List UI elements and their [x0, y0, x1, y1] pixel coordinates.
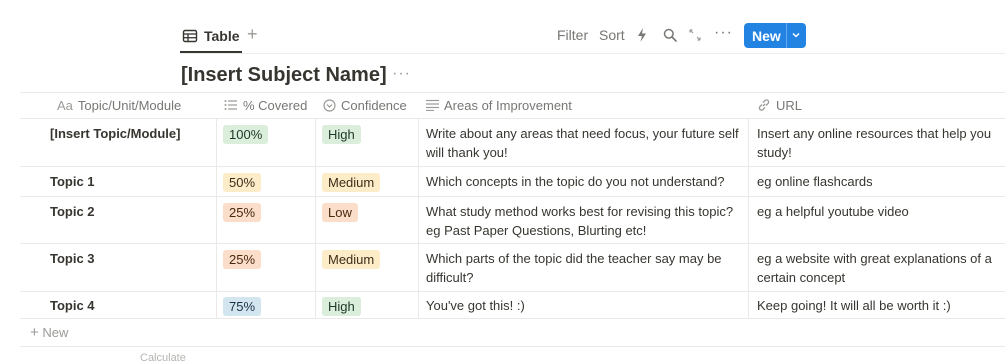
covered-tag[interactable]: 75% [223, 297, 262, 316]
link-icon [757, 98, 771, 112]
improvement-text[interactable]: eg Past Paper Questions, Blurting etc! [426, 221, 646, 240]
covered-tag[interactable]: 50% [223, 173, 262, 192]
column-header-label: Topic/Unit/Module [77, 97, 182, 113]
new-button-divider [786, 23, 787, 48]
column-header-label: URL [776, 97, 803, 113]
search-icon[interactable] [663, 28, 677, 42]
expand-icon[interactable] [689, 29, 701, 41]
tab-table[interactable]: Table [182, 22, 240, 50]
confidence-tag[interactable]: High [322, 297, 361, 316]
improvement-text[interactable]: Which concepts in the topic do you not u… [426, 172, 724, 191]
row-divider [20, 318, 1005, 319]
improvement-text[interactable]: Which parts of the topic did the teacher… [426, 249, 722, 268]
new-button[interactable]: New [744, 23, 806, 48]
row-topic[interactable]: [Insert Topic/Module] [50, 124, 180, 143]
row-topic[interactable]: Topic 2 [50, 202, 95, 221]
title-icon: Aa [57, 97, 73, 113]
column-header-label: % Covered [243, 97, 308, 113]
column-header-label: Areas of Improvement [444, 97, 572, 113]
row-topic[interactable]: Topic 1 [50, 172, 95, 191]
url-text[interactable]: certain concept [757, 268, 845, 287]
header-bottom-divider [20, 118, 1005, 119]
column-divider [216, 118, 217, 318]
improvement-text[interactable]: difficult? [426, 268, 473, 287]
url-text[interactable]: eg online flashcards [757, 172, 873, 191]
title-more-icon[interactable]: ··· [392, 65, 411, 83]
covered-tag[interactable]: 25% [223, 203, 262, 222]
confidence-tag[interactable]: Low [322, 203, 358, 222]
covered-tag[interactable]: 100% [223, 125, 269, 144]
covered-tag[interactable]: 25% [223, 250, 262, 269]
row-topic[interactable]: Topic 3 [50, 249, 95, 268]
confidence-tag[interactable]: High [322, 125, 361, 144]
column-header-topic[interactable]: Aa Topic/Unit/Module [57, 92, 181, 118]
calculate-button[interactable]: Calculate [140, 352, 186, 364]
column-divider [418, 118, 419, 318]
url-text[interactable]: eg a helpful youtube video [757, 202, 909, 221]
new-row-divider [20, 346, 1005, 347]
page-title[interactable]: [Insert Subject Name] [181, 64, 387, 87]
column-divider [315, 118, 316, 318]
plus-icon: + [30, 324, 39, 341]
automation-icon[interactable] [636, 27, 648, 43]
add-row-label: New [42, 325, 69, 340]
row-divider [20, 196, 1005, 197]
improvement-text[interactable]: You've got this! :) [426, 296, 525, 315]
column-header-url[interactable]: URL [757, 92, 802, 118]
url-text[interactable]: eg a website with great explanations of … [757, 249, 992, 268]
sort-button[interactable]: Sort [599, 27, 625, 43]
list-icon [224, 99, 238, 111]
view-bar-divider [180, 53, 1005, 54]
row-divider [20, 166, 1005, 167]
url-text[interactable]: Keep going! It will all be worth it :) [757, 296, 951, 315]
table-icon [182, 28, 198, 44]
chevron-down-icon[interactable] [791, 27, 801, 43]
view-bar: Table + Filter Sort ··· New [0, 0, 1005, 54]
improvement-text[interactable]: What study method works best for revisin… [426, 202, 733, 221]
new-button-label: New [752, 27, 781, 44]
row-divider [20, 243, 1005, 244]
confidence-tag[interactable]: Medium [322, 250, 381, 269]
row-topic[interactable]: Topic 4 [50, 296, 95, 315]
column-divider [748, 118, 749, 318]
filter-button[interactable]: Filter [557, 27, 588, 43]
add-view-icon[interactable]: + [247, 24, 258, 44]
text-icon [426, 99, 439, 111]
url-text[interactable]: Insert any online resources that help yo… [757, 124, 991, 143]
column-header-label: Confidence [341, 97, 407, 113]
column-header-improvement[interactable]: Areas of Improvement [426, 92, 572, 118]
improvement-text[interactable]: Write about any areas that need focus, y… [426, 124, 739, 143]
row-divider [20, 291, 1005, 292]
column-header-confidence[interactable]: Confidence [323, 92, 407, 118]
tab-table-label: Table [204, 28, 240, 44]
confidence-tag[interactable]: Medium [322, 173, 381, 192]
add-row-button[interactable]: + New [30, 324, 68, 341]
column-header-covered[interactable]: % Covered [224, 92, 307, 118]
url-text[interactable]: study! [757, 143, 792, 162]
more-icon[interactable]: ··· [714, 24, 733, 42]
select-icon [323, 98, 336, 112]
improvement-text[interactable]: will thank you! [426, 143, 508, 162]
